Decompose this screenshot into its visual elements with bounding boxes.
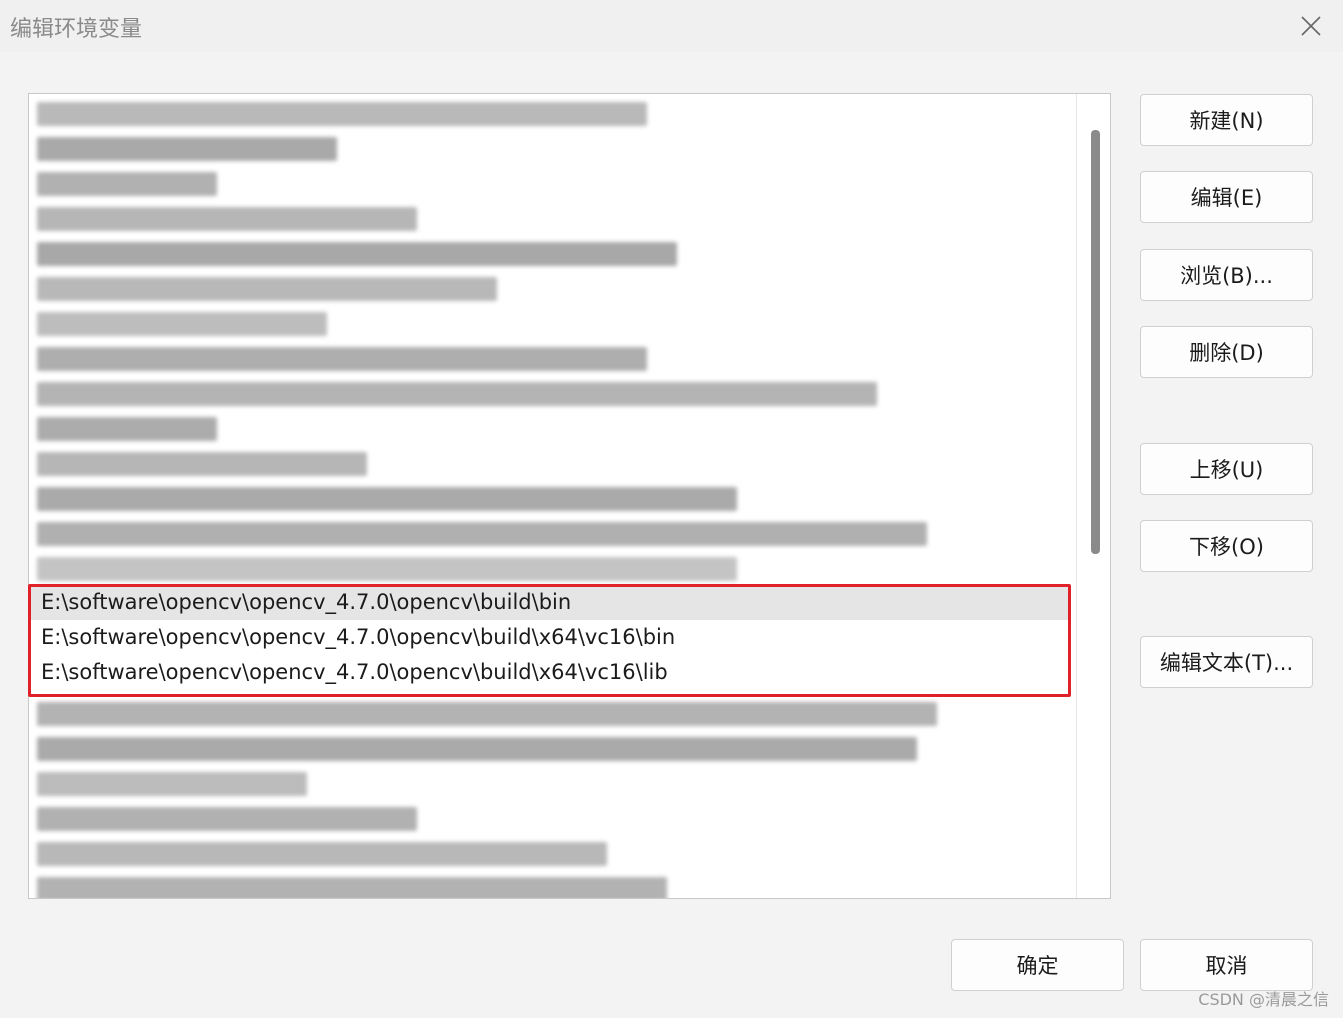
list-item[interactable]: E:\software\opencv\opencv_4.7.0\opencv\b… bbox=[31, 620, 1069, 655]
vertical-scrollbar[interactable] bbox=[1076, 94, 1110, 898]
new-button[interactable]: 新建(N) bbox=[1140, 94, 1313, 146]
delete-button[interactable]: 删除(D) bbox=[1140, 326, 1313, 378]
scroll-thumb[interactable] bbox=[1091, 130, 1100, 554]
path-list[interactable]: E:\software\opencv\opencv_4.7.0\opencv\b… bbox=[28, 93, 1111, 899]
ok-button[interactable]: 确定 bbox=[951, 939, 1124, 991]
cancel-button[interactable]: 取消 bbox=[1140, 939, 1313, 991]
move-up-button[interactable]: 上移(U) bbox=[1140, 443, 1313, 495]
watermark: CSDN @清晨之信 bbox=[1198, 990, 1329, 1009]
list-item[interactable]: E:\software\opencv\opencv_4.7.0\opencv\b… bbox=[31, 585, 1069, 620]
list-item[interactable]: E:\software\opencv\opencv_4.7.0\opencv\b… bbox=[31, 655, 1069, 690]
edit-text-button[interactable]: 编辑文本(T)... bbox=[1140, 636, 1313, 688]
blurred-entries bbox=[29, 94, 1071, 898]
edit-button[interactable]: 编辑(E) bbox=[1140, 171, 1313, 223]
close-icon[interactable] bbox=[1293, 8, 1329, 44]
window-title: 编辑环境变量 bbox=[10, 17, 143, 42]
move-down-button[interactable]: 下移(O) bbox=[1140, 520, 1313, 572]
title-bar: 编辑环境变量 bbox=[0, 0, 1343, 52]
browse-button[interactable]: 浏览(B)... bbox=[1140, 249, 1313, 301]
